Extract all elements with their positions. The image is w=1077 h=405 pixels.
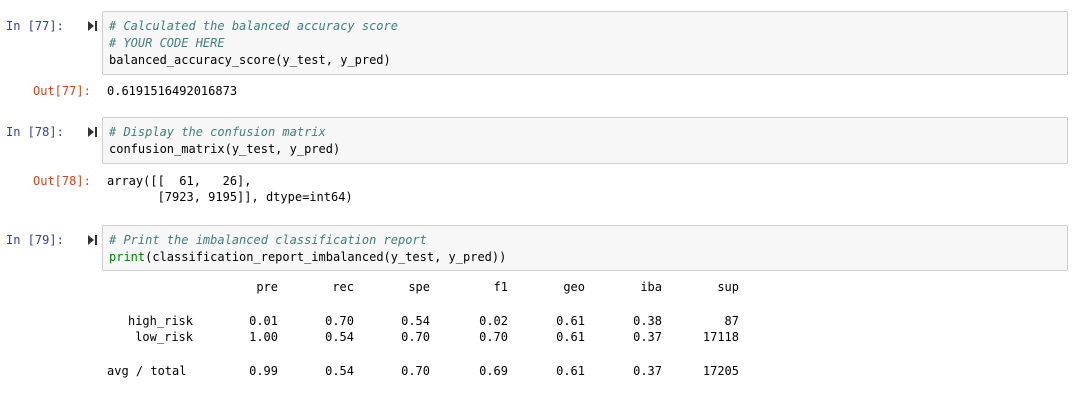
report-cell: 0.61 bbox=[556, 364, 585, 378]
report-cell: 0.61 bbox=[556, 314, 585, 328]
report-header: iba bbox=[640, 280, 662, 294]
in-prompt-78: In [78]: bbox=[6, 125, 64, 139]
cell-output: 0.6191516492016873 bbox=[107, 84, 238, 98]
run-cell-icon[interactable] bbox=[88, 21, 99, 31]
print-args: (classification_report_imbalanced(y_test… bbox=[145, 250, 507, 264]
report-cell: 17118 bbox=[702, 330, 739, 344]
report-cell: 0.70 bbox=[401, 364, 430, 378]
code-comment: # Print the imbalanced classification re… bbox=[109, 233, 427, 247]
report-cell: 0.69 bbox=[479, 364, 508, 378]
report-header: sup bbox=[717, 280, 739, 294]
report-cell: 0.38 bbox=[633, 314, 662, 328]
code-comment: # Display the confusion matrix bbox=[109, 125, 326, 139]
out-prompt-77: Out[77]: bbox=[33, 84, 91, 98]
report-cell: 0.37 bbox=[633, 364, 662, 378]
report-header: geo bbox=[563, 280, 585, 294]
report-cell: 17205 bbox=[702, 364, 739, 378]
report-cell: 0.54 bbox=[325, 330, 354, 344]
report-cell: 87 bbox=[724, 314, 739, 328]
report-cell: 0.37 bbox=[633, 330, 662, 344]
report-cell: 0.54 bbox=[325, 364, 354, 378]
report-header: f1 bbox=[493, 280, 508, 294]
print-builtin: print bbox=[109, 250, 146, 264]
in-prompt-79: In [79]: bbox=[6, 233, 64, 247]
code-cell-78[interactable]: # Display the confusion matrix confusion… bbox=[102, 117, 1068, 164]
cell-output: [7923, 9195]], dtype=int64) bbox=[107, 190, 353, 204]
report-row-label: low_risk bbox=[135, 330, 193, 344]
code-line: confusion_matrix(y_test, y_pred) bbox=[109, 142, 341, 156]
report-header: rec bbox=[332, 280, 354, 294]
cell-output: array([[ 61, 26], bbox=[107, 174, 252, 188]
report-cell: 0.54 bbox=[401, 314, 430, 328]
code-line: balanced_accuracy_score(y_test, y_pred) bbox=[109, 53, 391, 67]
code-comment: # YOUR CODE HERE bbox=[109, 36, 225, 50]
report-header: spe bbox=[408, 280, 430, 294]
in-prompt-77: In [77]: bbox=[6, 19, 64, 33]
code-cell-79[interactable]: # Print the imbalanced classification re… bbox=[102, 225, 1068, 271]
report-cell: 0.99 bbox=[249, 364, 278, 378]
report-cell: 0.70 bbox=[479, 330, 508, 344]
run-cell-icon[interactable] bbox=[88, 127, 99, 137]
code-line: print(classification_report_imbalanced(y… bbox=[109, 249, 506, 265]
report-cell: 0.02 bbox=[479, 314, 508, 328]
report-cell: 0.01 bbox=[249, 314, 278, 328]
report-cell: 0.61 bbox=[556, 330, 585, 344]
report-cell: 1.00 bbox=[249, 330, 278, 344]
report-cell: 0.70 bbox=[325, 314, 354, 328]
code-cell-77[interactable]: # Calculated the balanced accuracy score… bbox=[102, 11, 1068, 75]
report-cell: 0.70 bbox=[401, 330, 430, 344]
report-header: pre bbox=[256, 280, 278, 294]
run-cell-icon[interactable] bbox=[88, 235, 99, 245]
out-prompt-78: Out[78]: bbox=[33, 174, 91, 188]
code-comment: # Calculated the balanced accuracy score bbox=[109, 19, 398, 33]
report-row-label: avg / total bbox=[107, 364, 187, 378]
report-row-label: high_risk bbox=[127, 314, 193, 328]
